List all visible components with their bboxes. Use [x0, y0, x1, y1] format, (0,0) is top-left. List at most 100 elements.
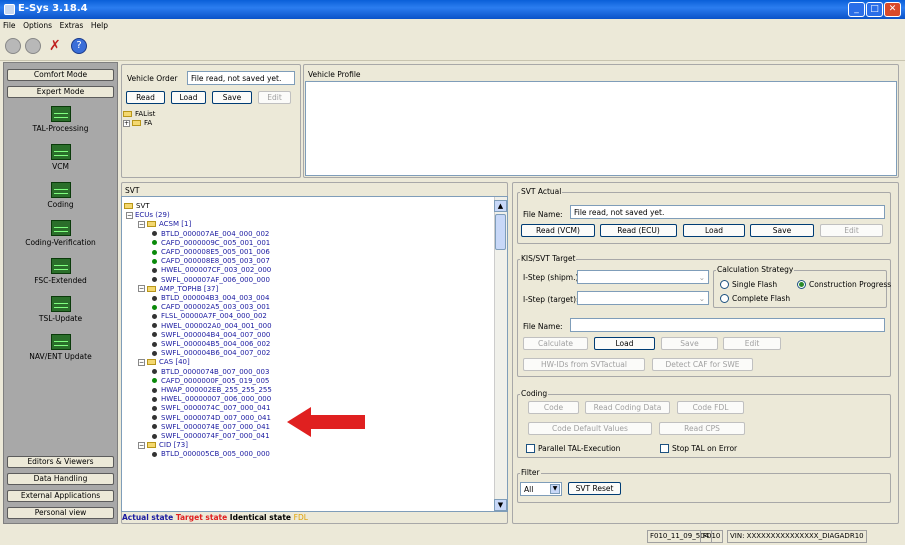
read-vcm-button[interactable]: Read (VCM) [521, 224, 595, 237]
filter-select[interactable]: All ▼ [520, 482, 562, 496]
vo-edit-button[interactable]: Edit [258, 91, 291, 104]
read-cps-button[interactable]: Read CPS [659, 422, 745, 435]
collapse-icon[interactable]: − [138, 220, 145, 228]
nav-navent-update[interactable]: NAV/ENT Update [4, 334, 117, 361]
scroll-down-icon[interactable]: ▼ [494, 499, 507, 511]
hwids-button[interactable]: HW-IDs from SVTactual [523, 358, 645, 371]
editors-viewers-button[interactable]: Editors & Viewers [7, 456, 114, 468]
vehicle-order-field[interactable]: File read, not saved yet. [187, 71, 295, 85]
nav-tsl-update[interactable]: TSL-Update [4, 296, 117, 323]
read-ecu-button[interactable]: Read (ECU) [600, 224, 677, 237]
nav-coding-verification[interactable]: Coding-Verification [4, 220, 117, 247]
svt-leaf-item[interactable]: SWFL_000007AF_006_000_000 [124, 276, 507, 285]
minimize-icon[interactable]: _ [848, 2, 865, 17]
dropdown-arrow-icon[interactable]: ▼ [550, 484, 560, 494]
svt-leaf-item[interactable]: BTLD_0000074B_007_000_003 [124, 368, 507, 377]
svt-leaf-item[interactable]: FLSL_00000A7F_004_000_002 [124, 312, 507, 321]
connect-icon[interactable] [5, 38, 21, 54]
tree-item-fa[interactable]: + FA [123, 119, 155, 128]
svt-leaf-item[interactable]: BTLD_000005CB_005_000_000 [124, 450, 507, 459]
external-applications-button[interactable]: External Applications [7, 490, 114, 502]
svt-save-button[interactable]: Save [750, 224, 814, 237]
svt-leaf-item[interactable]: CAFD_0000009C_005_001_001 [124, 238, 507, 248]
svt-leaf-item[interactable]: BTLD_000004B3_004_003_004 [124, 294, 507, 303]
svt-tree-node[interactable]: SVT [124, 202, 507, 211]
kis-file-name-field[interactable] [570, 318, 885, 332]
svt-leaf-item[interactable]: CAFD_000002A5_003_003_001 [124, 303, 507, 312]
status-dot-icon [152, 332, 157, 338]
vo-read-button[interactable]: Read [126, 91, 165, 104]
svt-file-name-field[interactable]: File read, not saved yet. [570, 205, 885, 219]
stop-tal-checkbox[interactable] [660, 444, 669, 453]
comfort-mode-button[interactable]: Comfort Mode [7, 69, 114, 81]
vo-save-button[interactable]: Save [212, 91, 252, 104]
maximize-icon[interactable]: □ [866, 2, 883, 17]
istep-shipm-select[interactable]: ⌄ [577, 270, 709, 284]
kis-load-button[interactable]: Load [594, 337, 655, 350]
svt-load-button[interactable]: Load [683, 224, 745, 237]
single-flash-radio[interactable] [720, 280, 729, 289]
svt-edit-button[interactable]: Edit [820, 224, 883, 237]
nav-coding[interactable]: Coding [4, 182, 117, 209]
personal-view-button[interactable]: Personal view [7, 507, 114, 519]
istep-target-select[interactable]: ⌄ [577, 291, 709, 305]
vehicle-order-label: Vehicle Order [127, 74, 178, 83]
menu-file[interactable]: File [3, 21, 16, 30]
calculate-button[interactable]: Calculate [523, 337, 588, 350]
detect-caf-button[interactable]: Detect CAF for SWE [652, 358, 753, 371]
vehicle-profile-content [305, 81, 897, 176]
collapse-icon[interactable]: − [138, 441, 145, 449]
nav-tal-processing[interactable]: TAL-Processing [4, 106, 117, 133]
fa-tree[interactable]: FAList + FA [123, 110, 155, 128]
svt-tree-node[interactable]: − ACSM [1] [124, 220, 507, 229]
svt-leaf-item[interactable]: CAFD_000008E8_005_003_007 [124, 257, 507, 266]
nav-vcm[interactable]: VCM [4, 144, 117, 171]
disconnect-icon[interactable] [25, 38, 41, 54]
menu-options[interactable]: Options [23, 21, 52, 30]
svt-leaf-item[interactable]: CAFD_0000000F_005_019_005 [124, 377, 507, 386]
complete-flash-radio[interactable] [720, 294, 729, 303]
help-icon[interactable]: ? [71, 38, 87, 54]
svt-leaf-item[interactable]: SWFL_000004B6_004_007_002 [124, 349, 507, 358]
svt-leaf-item[interactable]: HWEL_000007CF_003_002_000 [124, 266, 507, 275]
read-coding-data-button[interactable]: Read Coding Data [585, 401, 670, 414]
expert-mode-button[interactable]: Expert Mode [7, 86, 114, 98]
svt-tree-node[interactable]: − CID [73] [124, 441, 507, 450]
construction-progress-radio[interactable] [797, 280, 806, 289]
svt-tree-node[interactable]: − CAS [40] [124, 358, 507, 367]
stop-tal-label: Stop TAL on Error [672, 444, 738, 453]
vo-load-button[interactable]: Load [171, 91, 206, 104]
svt-leaf-item[interactable]: HWEL_000002A0_004_001_000 [124, 322, 507, 331]
svt-tree-node[interactable]: − AMP_TOPHB [37] [124, 285, 507, 294]
svt-leaf-item[interactable]: HWAP_000002EB_255_255_255 [124, 386, 507, 395]
kis-edit-button[interactable]: Edit [723, 337, 781, 350]
code-fdl-button[interactable]: Code FDL [677, 401, 744, 414]
code-default-values-button[interactable]: Code Default Values [528, 422, 652, 435]
svt-tree-view[interactable]: SVT − ECUs (29) − ACSM [1] BTLD_000007AE_004_… [121, 196, 508, 512]
tree-item-falist[interactable]: FAList [123, 110, 155, 119]
nav-fsc-extended[interactable]: FSC-Extended [4, 258, 117, 285]
menu-help[interactable]: Help [91, 21, 108, 30]
svt-leaf-item[interactable]: BTLD_000007AE_004_000_002 [124, 230, 507, 239]
parallel-tal-checkbox[interactable] [526, 444, 535, 453]
svt-leaf-item[interactable]: SWFL_000004B4_004_007_000 [124, 331, 507, 340]
svt-item-label: CAFD_0000009C_005_001_001 [161, 238, 271, 247]
collapse-icon[interactable]: − [138, 285, 145, 293]
code-button[interactable]: Code [528, 401, 579, 414]
scroll-up-icon[interactable]: ▲ [494, 200, 507, 212]
collapse-icon[interactable]: − [138, 358, 145, 366]
scroll-thumb[interactable] [495, 214, 506, 250]
svt-leaf-item[interactable]: SWFL_000004B5_004_006_002 [124, 340, 507, 349]
collapse-icon[interactable]: − [126, 211, 133, 219]
menu-extras[interactable]: Extras [60, 21, 84, 30]
fsc-extended-icon [50, 258, 71, 274]
svt-leaf-item[interactable]: HWEL_00000007_006_000_000 [124, 395, 507, 404]
svt-reset-button[interactable]: SVT Reset [568, 482, 621, 495]
kis-save-button[interactable]: Save [661, 337, 718, 350]
svt-tree-node[interactable]: − ECUs (29) [124, 211, 507, 220]
tools-icon[interactable]: ✗ [49, 38, 65, 54]
expand-icon[interactable]: + [123, 119, 130, 127]
svt-leaf-item[interactable]: CAFD_000008E5_005_001_006 [124, 248, 507, 257]
close-icon[interactable]: ✕ [884, 2, 901, 17]
data-handling-button[interactable]: Data Handling [7, 473, 114, 485]
